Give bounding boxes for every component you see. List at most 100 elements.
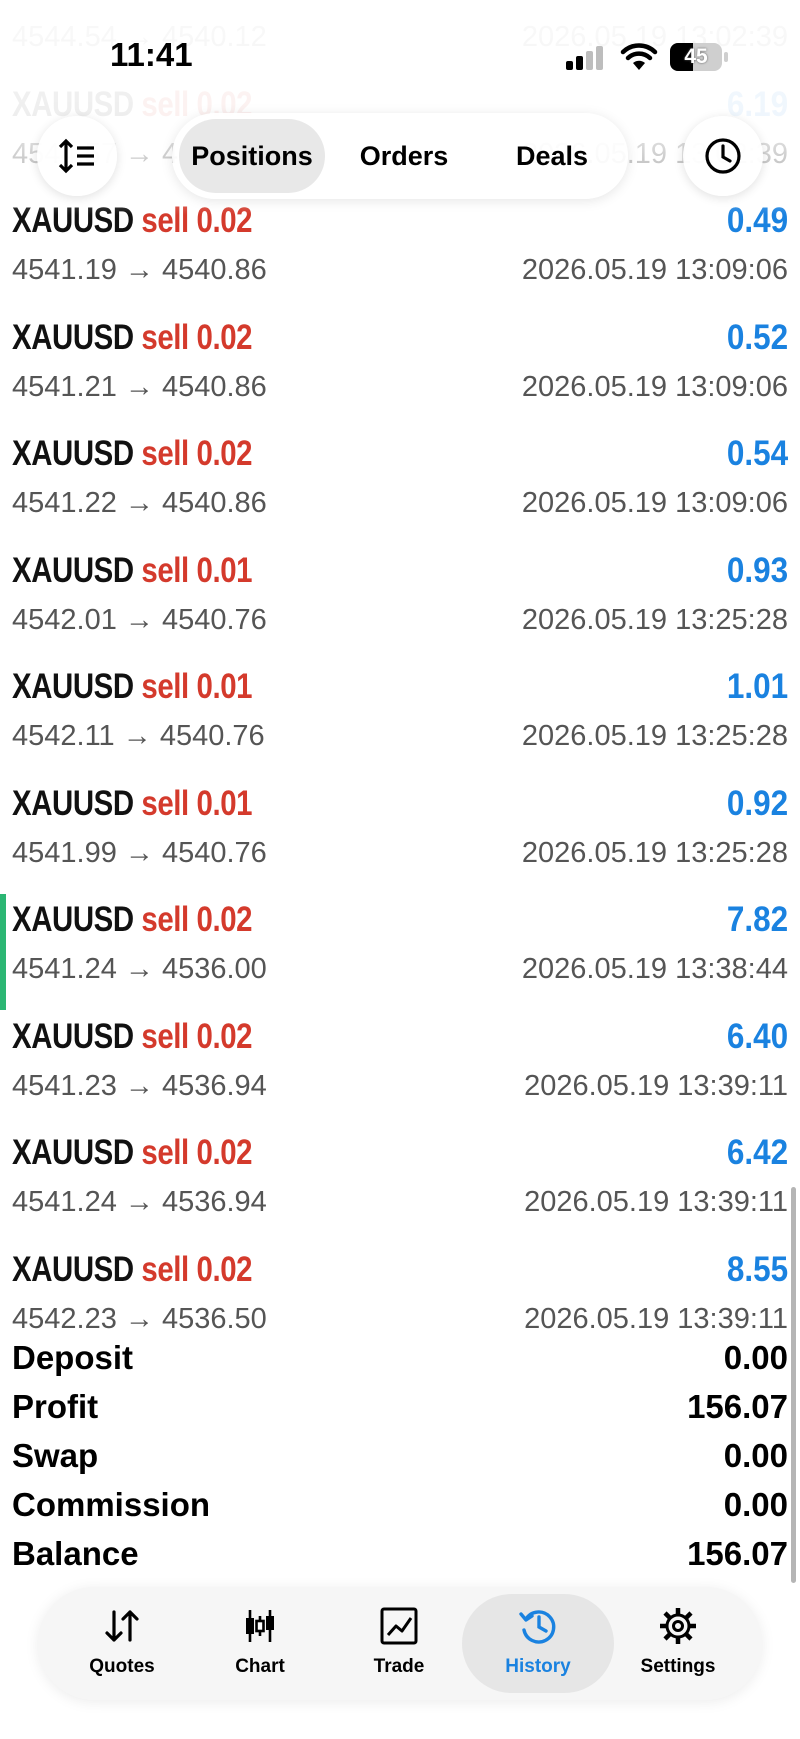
trade-time: 2026.05.19 13:39:11 [524,1069,788,1102]
tab-label: History [505,1656,571,1677]
segment-deals[interactable]: Deals [482,119,622,193]
trade-side: sell [141,1016,189,1056]
trade-prices: 4541.23 → 4536.94 [12,1070,267,1103]
trade-symbol: XAUUSD [12,317,134,357]
summary-row-commission: Commission 0.00 [0,1480,800,1529]
trade-volume: 0.02 [196,1133,253,1172]
trade-profit: 6.40 [726,1016,788,1056]
close-price: 4540.86 [161,487,267,519]
tab-label: Quotes [89,1656,155,1677]
summary-row-swap: Swap 0.00 [0,1431,800,1480]
arrow-right-icon: → [124,1069,154,1102]
trade-row[interactable]: XAUUSD sell 0.01 0.93 4542.01 → 4540.76 … [0,537,800,654]
close-price: 4536.94 [161,1186,267,1218]
tab-history[interactable]: History [462,1594,614,1693]
open-price: 4542.01 [12,603,117,636]
trade-time: 2026.05.19 13:39:11 [524,1302,788,1335]
trade-title: XAUUSD sell 0.01 [12,551,252,591]
close-price: 4540.76 [161,603,267,636]
arrow-right-icon: → [124,953,154,985]
close-price: 4536.50 [161,1302,267,1335]
tab-label: Trade [373,1656,425,1677]
trade-prices: 4541.24 → 4536.00 [12,953,267,986]
tab-settings[interactable]: Settings [608,1594,748,1693]
segment-positions[interactable]: Positions [179,119,325,193]
summary-row-balance: Balance 156.07 [0,1529,800,1578]
scrollbar[interactable] [791,1187,796,1583]
trade-side: sell [141,1249,189,1289]
trade-time: 2026.05.19 13:25:28 [521,836,788,869]
arrow-right-icon: → [124,487,154,519]
open-price: 4541.24 [12,953,117,985]
tab-trade[interactable]: Trade [329,1594,469,1693]
trade-row[interactable]: XAUUSD sell 0.02 7.82 4541.24 → 4536.00 … [0,886,800,1010]
summary-value: 0.00 [723,1339,788,1376]
arrow-right-icon: → [124,836,154,869]
trade-symbol: XAUUSD [12,1249,134,1289]
open-price: 4541.24 [12,1186,117,1218]
clock-icon [705,138,741,174]
trade-symbol: XAUUSD [12,1133,134,1172]
arrow-right-icon: → [124,254,154,286]
trade-time: 2026.05.19 13:39:11 [524,1186,788,1218]
close-price: 4540.86 [161,370,267,403]
summary-value: 156.07 [687,1388,788,1425]
selected-row-marker [0,894,6,1010]
close-price: 4536.94 [161,1069,267,1102]
trade-time: 2026.05.19 13:09:06 [521,370,788,403]
tab-chart[interactable]: Chart [190,1594,330,1693]
trade-row[interactable]: XAUUSD sell 0.02 6.42 4541.24 → 4536.94 … [0,1119,800,1236]
arrow-right-icon: → [122,720,152,752]
arrow-right-icon: → [124,370,154,403]
trade-time: 2026.05.19 13:09:06 [521,254,788,286]
trade-profit: 0.52 [726,317,788,357]
trade-time: 2026.05.19 13:38:44 [521,953,788,985]
quotes-icon [105,1610,139,1642]
close-price: 4540.76 [159,720,265,752]
sort-icon [58,138,94,174]
trade-row[interactable]: XAUUSD sell 0.02 0.52 4541.21 → 4540.86 … [0,304,800,421]
status-bar: 11:41 45 [0,0,800,110]
trade-row[interactable]: XAUUSD sell 0.01 1.01 4542.11 → 4540.76 … [0,653,800,770]
bottom-tab-bar: Quotes Chart Trade History Settings [38,1587,762,1700]
trade-profit: 7.82 [726,900,788,939]
trade-prices: 4541.24 → 4536.94 [12,1186,267,1219]
open-price: 4541.21 [12,370,117,403]
open-price: 4541.99 [12,836,117,869]
trade-prices: 4541.22 → 4540.86 [12,487,267,520]
tab-label: Settings [640,1656,716,1677]
trade-title: XAUUSD sell 0.01 [12,667,252,707]
period-filter-button[interactable] [683,116,763,196]
trade-profit: 0.54 [726,434,788,473]
trade-symbol: XAUUSD [12,667,134,706]
trade-title: XAUUSD sell 0.02 [12,900,252,940]
trade-prices: 4542.11 → 4540.76 [12,720,265,753]
trade-side: sell [141,317,189,357]
battery-tip [724,52,728,62]
trade-row[interactable]: XAUUSD sell 0.02 6.40 4541.23 → 4536.94 … [0,1003,800,1120]
trade-profit: 6.42 [726,1133,788,1172]
trade-symbol: XAUUSD [12,434,134,473]
trade-title: XAUUSD sell 0.02 [12,1250,252,1290]
trade-prices: 4542.23 → 4536.50 [12,1303,267,1336]
open-price: 4541.19 [12,254,117,286]
trade-symbol: XAUUSD [12,550,134,590]
arrow-right-icon: → [124,1186,154,1218]
status-time: 11:41 [110,36,193,73]
trade-side: sell [141,900,189,939]
trade-row[interactable]: XAUUSD sell 0.02 0.54 4541.22 → 4540.86 … [0,420,800,537]
summary-value: 156.07 [687,1535,788,1572]
trade-icon [380,1607,418,1645]
trade-row[interactable]: XAUUSD sell 0.01 0.92 4541.99 → 4540.76 … [0,770,800,887]
segment-orders[interactable]: Orders [334,119,474,193]
trade-symbol: XAUUSD [12,1016,134,1056]
trade-side: sell [141,667,189,706]
trade-volume: 0.02 [196,317,253,357]
trade-prices: 4541.99 → 4540.76 [12,837,267,870]
sort-button[interactable] [37,116,117,196]
open-price: 4542.11 [12,720,115,752]
close-price: 4540.76 [161,836,267,869]
arrow-right-icon: → [124,1302,154,1335]
trade-symbol: XAUUSD [12,783,134,823]
tab-quotes[interactable]: Quotes [52,1594,192,1693]
